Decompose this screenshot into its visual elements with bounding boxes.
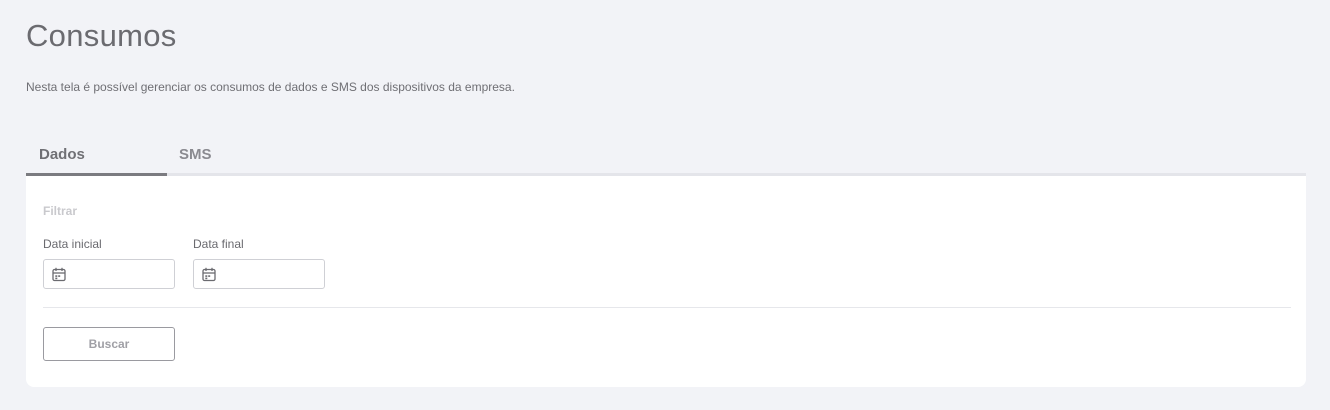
filter-section-label: Filtrar (43, 204, 78, 218)
search-button[interactable]: Buscar (43, 327, 175, 361)
calendar-icon (52, 267, 66, 282)
tab-dados[interactable]: Dados (26, 136, 167, 176)
page: Consumos Nesta tela é possível gerenciar… (0, 0, 1330, 410)
page-title: Consumos (26, 18, 177, 53)
end-date-label: Data final (193, 237, 244, 251)
divider (43, 307, 1291, 308)
start-date-input[interactable] (43, 259, 175, 289)
end-date-input[interactable] (193, 259, 325, 289)
filter-panel: Filtrar Data inicial Data final Buscar (26, 176, 1306, 387)
calendar-icon (202, 267, 216, 282)
tab-bar: Dados SMS (26, 136, 1306, 176)
start-date-label: Data inicial (43, 237, 102, 251)
page-description: Nesta tela é possível gerenciar os consu… (26, 80, 515, 94)
tab-sms[interactable]: SMS (167, 136, 308, 176)
